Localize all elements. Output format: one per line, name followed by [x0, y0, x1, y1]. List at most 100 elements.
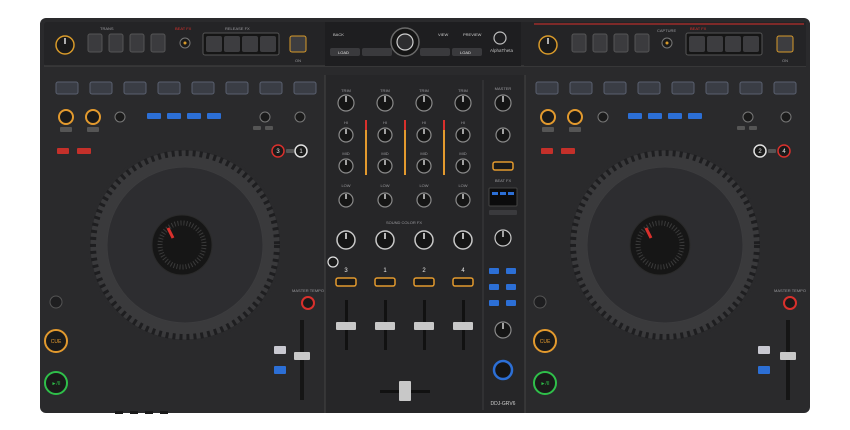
- load-button-left-2[interactable]: [362, 48, 392, 56]
- top-pad-3-left[interactable]: [242, 36, 258, 52]
- pad-mode-padfx-left[interactable]: [167, 113, 181, 119]
- pad-mode-padfx-right[interactable]: [648, 113, 662, 119]
- master-tempo-button-right[interactable]: [783, 296, 797, 310]
- cfx-knob-left[interactable]: [259, 111, 271, 123]
- pad-mode-hotcue-left[interactable]: [147, 113, 161, 119]
- hotcue-button-3-left[interactable]: [123, 81, 147, 95]
- sync-button-right[interactable]: [561, 148, 575, 154]
- loop-in-label-button-right[interactable]: [542, 127, 554, 132]
- shift-small-button-left[interactable]: [49, 295, 63, 309]
- hotcue-button-2-left[interactable]: [89, 81, 113, 95]
- fx-select-button-1-left[interactable]: [87, 33, 103, 53]
- fx-select-button-3-left[interactable]: [129, 33, 145, 53]
- pad-mode-sampler-left[interactable]: [207, 113, 221, 119]
- ch-fader-2[interactable]: [414, 322, 434, 330]
- top-pad-1-left[interactable]: [206, 36, 222, 52]
- loop-out-knob-right[interactable]: [567, 109, 583, 125]
- hotcue-button-7-right[interactable]: [739, 81, 763, 95]
- top-pad-3-right[interactable]: [725, 36, 741, 52]
- memory-knob-left[interactable]: [294, 111, 306, 123]
- shift-button-left[interactable]: [57, 148, 69, 154]
- top-pad-2-right[interactable]: [707, 36, 723, 52]
- loop-out-label-button-right[interactable]: [569, 127, 581, 132]
- ch-cue-button-3[interactable]: [335, 277, 357, 287]
- master-tempo-button-left[interactable]: [301, 296, 315, 310]
- reloop-knob-right[interactable]: [597, 111, 609, 123]
- cfx-button-b-right[interactable]: [749, 126, 757, 130]
- hotcue-button-4-right[interactable]: [637, 81, 661, 95]
- cfx-button-a-right[interactable]: [737, 126, 745, 130]
- cfx-knob-right[interactable]: [742, 111, 754, 123]
- fx-select-button-4-left[interactable]: [150, 33, 166, 53]
- key-sync-button-right[interactable]: [758, 346, 770, 354]
- loop-in-label-button-left[interactable]: [60, 127, 72, 132]
- deck-select-left[interactable]: [286, 149, 294, 153]
- loop-out-label-button-left[interactable]: [87, 127, 99, 132]
- fx-select-b-button[interactable]: [506, 284, 516, 290]
- reloop-knob-left[interactable]: [114, 111, 126, 123]
- loop-out-knob-left[interactable]: [85, 109, 101, 125]
- hotcue-button-3-right[interactable]: [603, 81, 627, 95]
- beat-fx-on-off-button[interactable]: [492, 359, 514, 381]
- headphone-cue-master-button[interactable]: [327, 256, 339, 268]
- ch-cue-button-1[interactable]: [374, 277, 396, 287]
- top-pad-2-left[interactable]: [224, 36, 240, 52]
- hotcue-button-8-right[interactable]: [773, 81, 797, 95]
- hotcue-button-7-left[interactable]: [259, 81, 283, 95]
- deck-select-right[interactable]: [768, 149, 776, 153]
- memory-knob-right[interactable]: [780, 111, 792, 123]
- ch2-trim-label: TRIM: [380, 88, 390, 93]
- hotcue-button-2-right[interactable]: [569, 81, 593, 95]
- crossfader-handle[interactable]: [399, 381, 411, 401]
- hotcue-button-1-left[interactable]: [55, 81, 79, 95]
- fx-select-button-2-right[interactable]: [592, 33, 608, 53]
- sync-button-left[interactable]: [77, 148, 91, 154]
- pad-mode-beatjump-right[interactable]: [668, 113, 682, 119]
- top-pad-4-right[interactable]: [743, 36, 759, 52]
- tempo-slider-handle-right[interactable]: [780, 352, 796, 360]
- brand-label: AlphaTheta: [490, 48, 514, 53]
- loop-in-knob-right[interactable]: [540, 109, 556, 125]
- hotcue-button-8-left[interactable]: [293, 81, 317, 95]
- hotcue-button-6-left[interactable]: [225, 81, 249, 95]
- top-pad-1-right[interactable]: [689, 36, 705, 52]
- shift-small-button-right[interactable]: [533, 295, 547, 309]
- hotcue-button-5-left[interactable]: [191, 81, 215, 95]
- beat-right-button[interactable]: [506, 268, 516, 274]
- hotcue-button-1-right[interactable]: [535, 81, 559, 95]
- fx-select-button-3-right[interactable]: [613, 33, 629, 53]
- cfx-button-a-left[interactable]: [253, 126, 261, 130]
- beat-sync-button-left[interactable]: [274, 366, 286, 374]
- hotcue-button-5-right[interactable]: [671, 81, 695, 95]
- pad-mode-sampler-right[interactable]: [688, 113, 702, 119]
- cfx-button-b-left[interactable]: [265, 126, 273, 130]
- master-cue-button[interactable]: [492, 161, 514, 171]
- beat-sync-button-right[interactable]: [758, 366, 770, 374]
- shift-button-right[interactable]: [541, 148, 553, 154]
- loop-in-knob-left[interactable]: [58, 109, 74, 125]
- hotcue-button-4-left[interactable]: [157, 81, 181, 95]
- ch-fader-4[interactable]: [453, 322, 473, 330]
- beat-left-button[interactable]: [489, 268, 499, 274]
- beat-fx-channel-select[interactable]: [489, 210, 517, 215]
- fx-select-a-button[interactable]: [489, 284, 499, 290]
- hotcue-button-6-right[interactable]: [705, 81, 729, 95]
- load-button-right-2[interactable]: [420, 48, 450, 56]
- ch-fader-3[interactable]: [336, 322, 356, 330]
- fx-on-button-right[interactable]: [776, 35, 794, 53]
- top-pad-4-left[interactable]: [260, 36, 276, 52]
- pad-mode-hotcue-right[interactable]: [628, 113, 642, 119]
- fx-on-button-left[interactable]: [289, 35, 307, 53]
- ch-fader-1[interactable]: [375, 322, 395, 330]
- fx-on-label-right: ON: [782, 58, 788, 63]
- fx-select-d-button[interactable]: [506, 300, 516, 306]
- tempo-slider-handle-left[interactable]: [294, 352, 310, 360]
- ch-cue-button-4[interactable]: [452, 277, 474, 287]
- fx-select-button-4-right[interactable]: [634, 33, 650, 53]
- fx-select-c-button[interactable]: [489, 300, 499, 306]
- fx-select-button-1-right[interactable]: [571, 33, 587, 53]
- ch-cue-button-2[interactable]: [413, 277, 435, 287]
- key-sync-button-left[interactable]: [274, 346, 286, 354]
- pad-mode-beatjump-left[interactable]: [187, 113, 201, 119]
- fx-select-button-2-left[interactable]: [108, 33, 124, 53]
